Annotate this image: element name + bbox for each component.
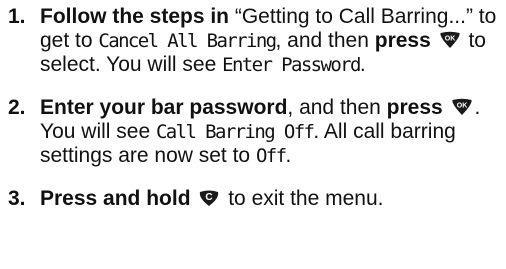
ok-key-icon: OK xyxy=(451,98,473,116)
display-text: Cancel All Barring xyxy=(98,30,277,52)
display-text: Call Barring Off xyxy=(155,121,315,143)
step-action: press xyxy=(374,29,431,52)
display-text: Off xyxy=(255,145,287,167)
step-lead: Press and hold xyxy=(40,187,191,210)
step-3: 3. Press and hold C to exit the menu. xyxy=(8,187,498,211)
ok-key-icon: OK xyxy=(439,31,461,49)
step-text: . xyxy=(285,144,292,167)
display-text: Enter Password xyxy=(222,54,361,76)
step-number: 2. xyxy=(8,96,26,119)
step-2: 2. Enter your bar password, and then pre… xyxy=(8,96,498,168)
step-text: , and then xyxy=(275,29,375,52)
step-action: press xyxy=(386,96,443,119)
clear-key-icon: C xyxy=(198,189,220,207)
step-number: 1. xyxy=(8,5,26,28)
step-text: . xyxy=(359,53,366,76)
step-1: 1. Follow the steps in “Getting to Call … xyxy=(8,5,498,77)
ok-key-label: OK xyxy=(444,36,455,43)
clear-key-label: C xyxy=(206,192,213,203)
step-text: to exit the menu. xyxy=(222,187,384,210)
step-lead: Follow the steps in xyxy=(40,5,230,28)
ok-key-label: OK xyxy=(456,103,467,110)
step-number: 3. xyxy=(8,187,26,210)
instruction-steps: 1. Follow the steps in “Getting to Call … xyxy=(8,5,498,211)
step-lead: Enter your bar password xyxy=(40,96,288,119)
step-text: , and then xyxy=(287,96,387,119)
